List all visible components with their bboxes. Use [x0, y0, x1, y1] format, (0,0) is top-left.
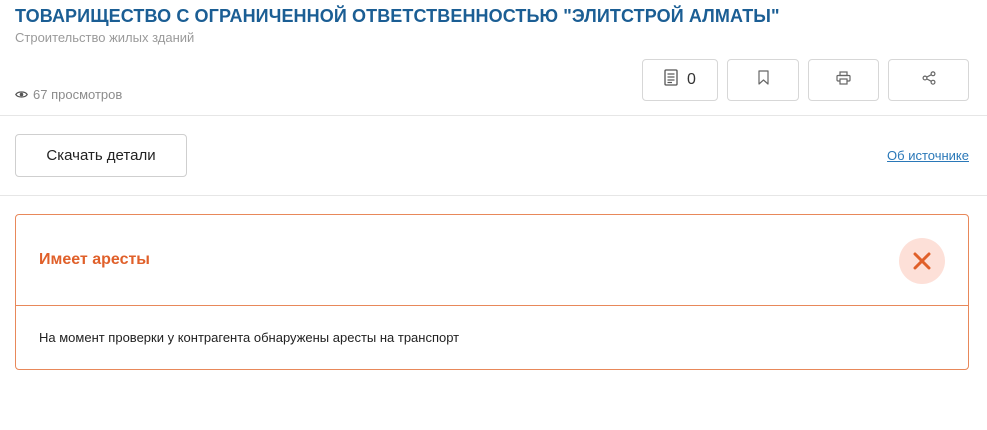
eye-icon [15, 90, 28, 99]
notes-count: 0 [687, 71, 696, 88]
share-icon [922, 70, 936, 90]
close-icon [899, 238, 945, 284]
company-activity: Строительство жилых зданий [15, 30, 195, 45]
alert-title: Имеет аресты [39, 251, 150, 268]
arrests-alert-card: Имеет аресты На момент проверки у контра… [15, 214, 969, 370]
notes-icon [664, 69, 678, 91]
print-button[interactable] [808, 59, 879, 101]
bookmark-button[interactable] [727, 59, 799, 101]
views-counter: 67 просмотров [15, 87, 122, 102]
bookmark-icon [757, 70, 769, 90]
actions-divider [0, 195, 987, 196]
notes-button[interactable]: 0 [642, 59, 718, 101]
alert-text: На момент проверки у контрагента обнаруж… [39, 330, 460, 345]
alert-divider [16, 305, 968, 306]
company-title: ТОВАРИЩЕСТВО С ОГРАНИЧЕННОЙ ОТВЕТСТВЕННО… [15, 6, 780, 26]
about-source-link[interactable]: Об источнике [887, 148, 969, 163]
header-divider [0, 115, 987, 116]
share-button[interactable] [888, 59, 969, 101]
views-text: 67 просмотров [33, 87, 123, 102]
download-details-button[interactable]: Скачать детали [15, 134, 187, 177]
print-icon [836, 70, 851, 90]
